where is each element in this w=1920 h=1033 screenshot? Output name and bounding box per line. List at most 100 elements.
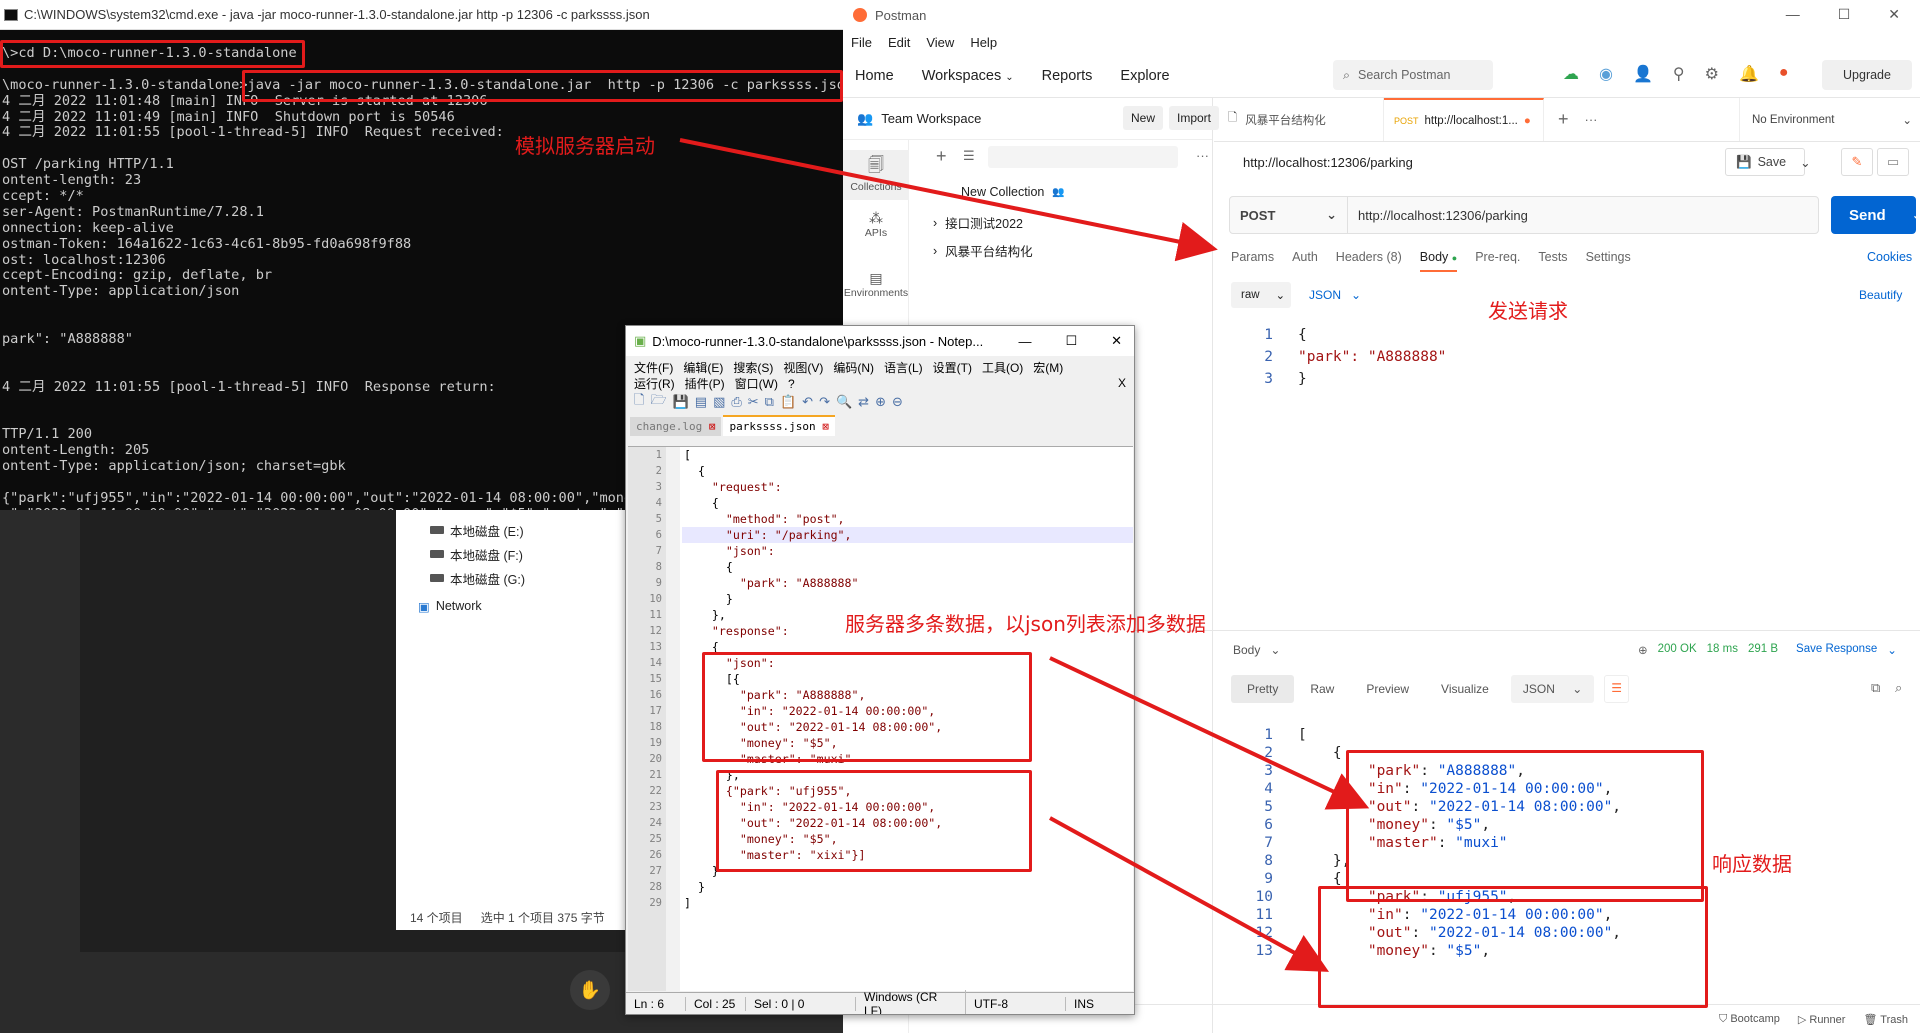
notepad-titlebar[interactable]: ▣ D:\moco-runner-1.3.0-standalone\parkss… (626, 326, 1134, 356)
maximize-icon[interactable]: ☐ (1838, 6, 1851, 23)
nav-home[interactable]: Home (855, 68, 894, 84)
tab-environments[interactable]: ▤ Environments (843, 270, 909, 299)
gear-icon[interactable]: ⚙ (1705, 64, 1719, 84)
url-bar[interactable]: POST ⌄ (1229, 196, 1819, 234)
nav-reports[interactable]: Reports (1042, 68, 1093, 84)
search-icon[interactable]: ⌕ (1895, 680, 1902, 696)
save-icon[interactable]: 💾 (673, 394, 689, 410)
window-controls[interactable]: — ☐ ✕ (1786, 6, 1900, 23)
tab-active-request[interactable]: POST http://localhost:1... ● (1384, 98, 1544, 141)
tab-changelog[interactable]: change.log ⊠ (630, 417, 722, 436)
response-view-tabs[interactable]: Pretty Raw Preview Visualize JSON ⌄ ☰ (1231, 675, 1630, 703)
find-icon[interactable]: 🔍 (836, 394, 852, 410)
wrap-icon[interactable]: ☰ (1604, 675, 1630, 703)
menubar[interactable]: File Edit View Help (843, 30, 1920, 54)
tab-parkssss[interactable]: parkssss.json ⊠ (723, 415, 835, 436)
trash-link[interactable]: 🗑 Trash (1863, 1013, 1908, 1026)
body-lang-select[interactable]: JSON ⌄ (1309, 288, 1361, 302)
hand-icon[interactable]: ✋ (570, 970, 610, 1010)
zoom-in-icon[interactable]: ⊕ (875, 394, 886, 410)
open-icon[interactable]: 🗁 (650, 391, 666, 413)
postman-titlebar[interactable]: Postman (843, 0, 1920, 30)
tab-settings[interactable]: Settings (1586, 250, 1631, 272)
menu-row-1[interactable]: 文件(F) 编辑(E) 搜索(S) 视图(V) 编码(N) 语言(L) 设置(T… (634, 360, 1126, 376)
tab-tests[interactable]: Tests (1538, 250, 1567, 272)
tab-headers[interactable]: Headers (8) (1336, 250, 1402, 272)
notepad-code[interactable]: [ { "request": { "method": "post", "uri"… (684, 447, 942, 911)
url-input[interactable] (1348, 207, 1808, 223)
environment-select[interactable]: No Environment ⌄ (1739, 98, 1920, 141)
undo-icon[interactable]: ↶ (802, 394, 813, 410)
notepadpp-window[interactable]: ▣ D:\moco-runner-1.3.0-standalone\parkss… (625, 325, 1135, 1015)
network-item[interactable]: ▣ Network (396, 594, 626, 618)
close-icon[interactable]: ✕ (1111, 333, 1122, 349)
print-icon[interactable]: ⎙ (731, 394, 741, 410)
header-icons[interactable]: ☁ ◉ 👤 ⚲ ⚙ 🔔 ● (1563, 64, 1789, 84)
search-postman[interactable]: ⌕ Search Postman (1333, 60, 1493, 90)
close-file-icon[interactable]: ▧ (713, 394, 725, 410)
redo-icon[interactable]: ↷ (819, 394, 830, 410)
explorer-window[interactable]: 本地磁盘 (E:) 本地磁盘 (F:) 本地磁盘 (G:) ▣ Network 1… (396, 510, 626, 930)
tab-apis[interactable]: ⁂ APIs (843, 210, 909, 239)
satellite-icon[interactable]: ⚲ (1673, 64, 1685, 84)
avatar-icon[interactable]: ◉ (1599, 64, 1613, 84)
body-line[interactable]: } (1298, 371, 1307, 387)
body-type-select[interactable]: raw ⌄ (1231, 282, 1291, 308)
edit-icon[interactable]: ✎ (1841, 148, 1873, 176)
menu-view[interactable]: View (926, 35, 954, 50)
add-tab-icon[interactable]: + (1558, 109, 1569, 130)
upgrade-button[interactable]: Upgrade (1822, 60, 1912, 90)
replace-icon[interactable]: ⇄ (858, 394, 869, 410)
save-response-button[interactable]: Save Response (1796, 643, 1877, 657)
more-tabs-icon[interactable]: ··· (1585, 112, 1598, 127)
tab-body[interactable]: Body ● (1419, 250, 1458, 272)
request-options-tabs[interactable]: Params Auth Headers (8) Body ● Pre-req. … (1231, 250, 1631, 272)
comment-icon[interactable]: ▭ (1877, 148, 1909, 176)
body-line[interactable]: "park": "A888888" (1298, 349, 1446, 365)
request-tabs[interactable]: 🗋 风暴平台结构化 POST http://localhost:1... ● + ··… (1214, 98, 1920, 142)
tab-raw[interactable]: Raw (1294, 675, 1350, 703)
send-button[interactable]: Send ⌄ (1831, 196, 1920, 234)
bell-icon[interactable]: 🔔 (1739, 64, 1759, 84)
copy-icon[interactable]: ⧉ (765, 394, 774, 410)
collection-new[interactable]: New Collection 👥 (961, 185, 1065, 199)
tab-pretty[interactable]: Pretty (1231, 675, 1295, 703)
new-button[interactable]: New (1123, 106, 1163, 130)
more-icon[interactable]: ··· (1196, 148, 1209, 163)
user-avatar[interactable]: ● (1779, 64, 1789, 84)
maximize-icon[interactable]: ☐ (1065, 333, 1077, 349)
nav-explore[interactable]: Explore (1120, 68, 1169, 84)
tab-params[interactable]: Params (1231, 250, 1274, 272)
beautify-link[interactable]: Beautify (1859, 288, 1902, 302)
body-line[interactable]: { (1298, 327, 1307, 343)
drive-e[interactable]: 本地磁盘 (E:) (396, 518, 626, 542)
notepad-menu[interactable]: 文件(F) 编辑(E) 搜索(S) 视图(V) 编码(N) 语言(L) 设置(T… (626, 356, 1134, 391)
bootcamp-link[interactable]: ⛉ Bootcamp (1719, 1013, 1780, 1026)
minimize-icon[interactable]: — (1786, 6, 1800, 23)
close-tab-icon[interactable]: ⊠ (822, 420, 829, 433)
tab-prereq[interactable]: Pre-req. (1475, 250, 1520, 272)
menu-help[interactable]: Help (970, 35, 997, 50)
tab-visualize[interactable]: Visualize (1425, 675, 1505, 703)
new-file-icon[interactable]: 🗋 (634, 391, 644, 413)
filter-icon[interactable]: ☰ (963, 148, 975, 164)
notepad-editor[interactable]: 1 2 3 4 5 6 7 8 9 10 11 12 13 14 15 16 17 18 19 20 21 22 23 24 2… (628, 446, 1133, 991)
menu-edit[interactable]: Edit (888, 35, 910, 50)
runner-link[interactable]: ▷ Runner (1798, 1013, 1846, 1026)
minimize-icon[interactable]: — (1018, 334, 1031, 349)
zoom-out-icon[interactable]: ⊖ (892, 394, 903, 410)
sync-icon[interactable]: ☁ (1563, 64, 1579, 84)
collection-test2022[interactable]: › 接口测试2022 (933, 213, 1023, 232)
cmd-titlebar[interactable]: C:\WINDOWS\system32\cmd.exe - java -jar … (0, 0, 843, 30)
method-select[interactable]: POST ⌄ (1230, 197, 1348, 233)
resp-lang-select[interactable]: JSON ⌄ (1510, 675, 1595, 703)
close-doc-icon[interactable]: X (1118, 376, 1126, 390)
save-button[interactable]: 💾 Save ⌄ (1725, 148, 1811, 176)
close-icon[interactable]: ✕ (1888, 6, 1900, 23)
add-icon[interactable]: + (936, 146, 947, 167)
menu-file[interactable]: File (851, 35, 872, 50)
import-button[interactable]: Import (1169, 106, 1219, 130)
response-body-select[interactable]: Body ⌄ (1233, 643, 1280, 657)
cookies-link[interactable]: Cookies (1867, 250, 1912, 264)
drive-g[interactable]: 本地磁盘 (G:) (396, 566, 626, 590)
